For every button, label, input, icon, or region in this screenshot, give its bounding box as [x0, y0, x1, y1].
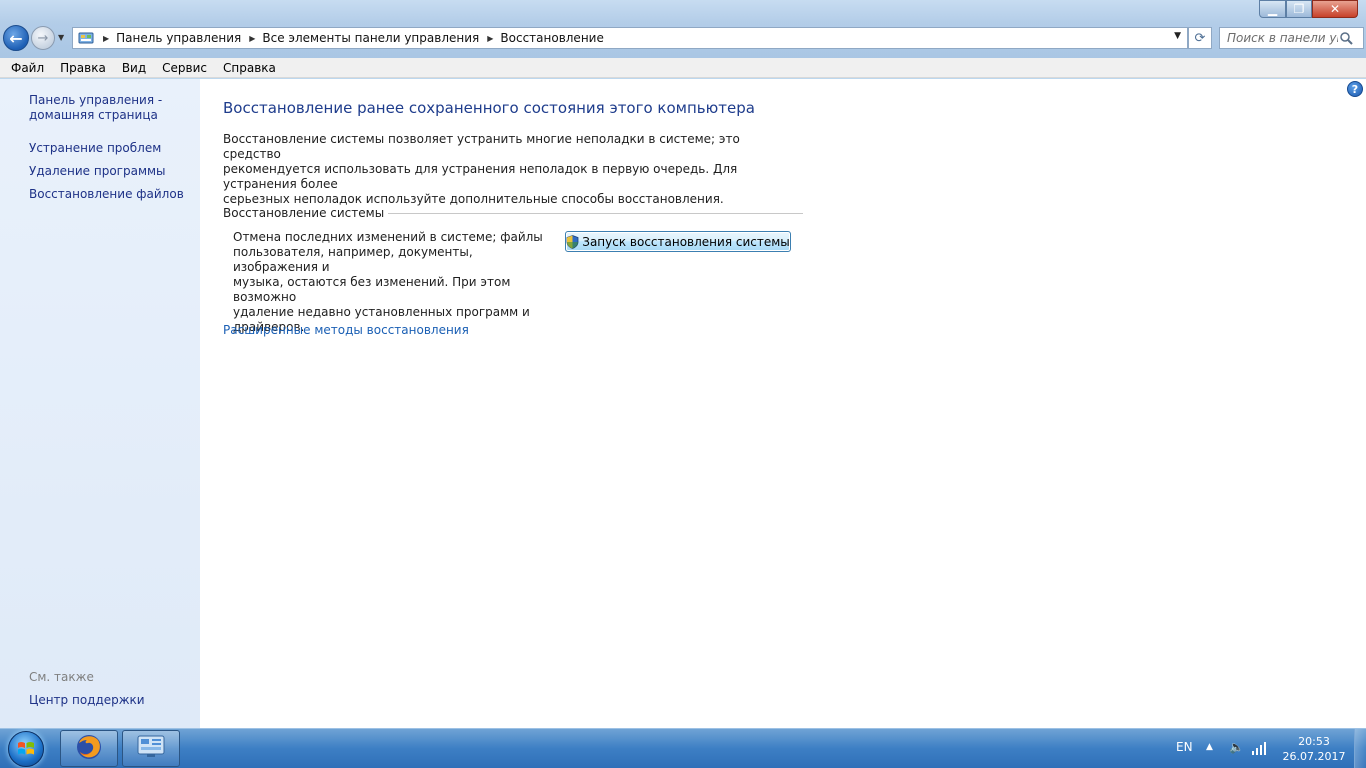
- taskbar: EN ▲ 🔈 20:53 26.07.2017: [0, 728, 1366, 768]
- start-button[interactable]: [3, 730, 49, 768]
- menu-tools[interactable]: Сервис: [154, 61, 215, 75]
- section-description: Отмена последних изменений в системе; фа…: [233, 230, 553, 335]
- advanced-recovery-link[interactable]: Расширенные методы восстановления: [223, 323, 469, 337]
- control-panel-icon: [77, 30, 95, 46]
- close-button[interactable]: ✕: [1312, 0, 1358, 18]
- menu-file[interactable]: Файл: [3, 61, 52, 75]
- recent-pages-dropdown[interactable]: ▼: [58, 33, 64, 42]
- sidebar-link-file-recovery[interactable]: Восстановление файлов: [29, 187, 184, 202]
- menu-edit[interactable]: Правка: [52, 61, 114, 75]
- back-arrow-icon: ←: [9, 28, 23, 48]
- menu-view[interactable]: Вид: [114, 61, 154, 75]
- minimize-button[interactable]: ▁: [1259, 0, 1286, 18]
- window-controls: ▁ ❐ ✕: [1259, 0, 1358, 18]
- search-box[interactable]: [1219, 27, 1364, 49]
- start-system-restore-button[interactable]: Запуск восстановления системы: [565, 231, 791, 252]
- refresh-icon: ⟳: [1194, 30, 1206, 46]
- signal-bars-icon[interactable]: [1252, 739, 1270, 755]
- breadcrumb-control-panel[interactable]: Панель управления: [116, 31, 241, 45]
- system-clock[interactable]: 20:53 26.07.2017: [1282, 734, 1346, 764]
- intro-line: рекомендуется использовать для устранени…: [223, 162, 738, 191]
- search-icon[interactable]: [1338, 30, 1354, 46]
- section-divider: [388, 212, 803, 214]
- sidebar-link-home[interactable]: Панель управления - домашняя страница: [29, 93, 162, 123]
- search-input[interactable]: [1220, 31, 1338, 45]
- section-label: Восстановление системы: [223, 206, 385, 220]
- clock-date: 26.07.2017: [1282, 750, 1346, 763]
- clock-time: 20:53: [1298, 735, 1330, 748]
- address-dropdown-icon[interactable]: ▼: [1174, 31, 1181, 41]
- show-desktop-button[interactable]: [1354, 729, 1366, 768]
- description-line: музыка, остаются без изменений. При этом…: [233, 275, 511, 304]
- sidebar-link-action-center[interactable]: Центр поддержки: [29, 693, 145, 708]
- language-indicator[interactable]: EN: [1176, 740, 1193, 754]
- taskbar-control-panel-button[interactable]: [122, 730, 180, 767]
- sidebar-link-uninstall[interactable]: Удаление программы: [29, 164, 166, 179]
- page-title: Восстановление ранее сохраненного состоя…: [223, 99, 755, 117]
- intro-text: Восстановление системы позволяет устрани…: [223, 132, 793, 207]
- refresh-button[interactable]: ⟳: [1188, 27, 1212, 49]
- intro-line: Восстановление системы позволяет устрани…: [223, 132, 740, 161]
- windows-logo-icon: [8, 731, 44, 767]
- forward-button[interactable]: →: [31, 26, 55, 50]
- restore-button-label: Запуск восстановления системы: [582, 234, 790, 249]
- see-also-label: См. также: [29, 670, 94, 684]
- firefox-icon: [75, 733, 103, 764]
- breadcrumb-separator-icon[interactable]: ▶: [487, 34, 493, 43]
- sidebar-link-troubleshooting[interactable]: Устранение проблем: [29, 141, 161, 156]
- description-line: Отмена последних изменений в системе; фа…: [233, 230, 543, 244]
- address-bar[interactable]: ▶ Панель управления ▶ Все элементы панел…: [72, 27, 1188, 49]
- system-restore-section-header: Восстановление системы: [223, 206, 803, 220]
- control-panel-icon: [136, 734, 166, 763]
- menu-help[interactable]: Справка: [215, 61, 284, 75]
- breadcrumb-separator-icon[interactable]: ▶: [249, 34, 255, 43]
- breadcrumb-recovery[interactable]: Восстановление: [500, 31, 603, 45]
- sidebar-link-home-line1: Панель управления -: [29, 93, 163, 107]
- task-pane: Панель управления - домашняя страница Ус…: [0, 79, 200, 728]
- breadcrumb-all-items[interactable]: Все элементы панели управления: [262, 31, 479, 45]
- maximize-button[interactable]: ❐: [1286, 0, 1312, 18]
- menu-bar: Файл Правка Вид Сервис Справка: [0, 58, 1366, 78]
- intro-line: серьезных неполадок используйте дополнит…: [223, 192, 724, 206]
- description-line: пользователя, например, документы, изобр…: [233, 245, 473, 274]
- help-icon[interactable]: ?: [1347, 81, 1363, 97]
- content-pane: ? Восстановление ранее сохраненного сост…: [200, 79, 1366, 728]
- breadcrumb-separator-icon[interactable]: ▶: [103, 34, 109, 43]
- taskbar-firefox-button[interactable]: [60, 730, 118, 767]
- window-titlebar: ▁ ❐ ✕ ← → ▼ ▶ Панель управления ▶ Все эл…: [0, 0, 1366, 58]
- speaker-icon[interactable]: 🔈: [1229, 740, 1244, 754]
- forward-arrow-icon: →: [37, 30, 49, 46]
- sidebar-link-home-line2: домашняя страница: [29, 108, 158, 122]
- uac-shield-icon: [566, 234, 579, 249]
- description-line: удаление недавно установленных программ …: [233, 305, 530, 319]
- show-hidden-icons-icon[interactable]: ▲: [1206, 742, 1213, 752]
- back-button[interactable]: ←: [3, 25, 29, 51]
